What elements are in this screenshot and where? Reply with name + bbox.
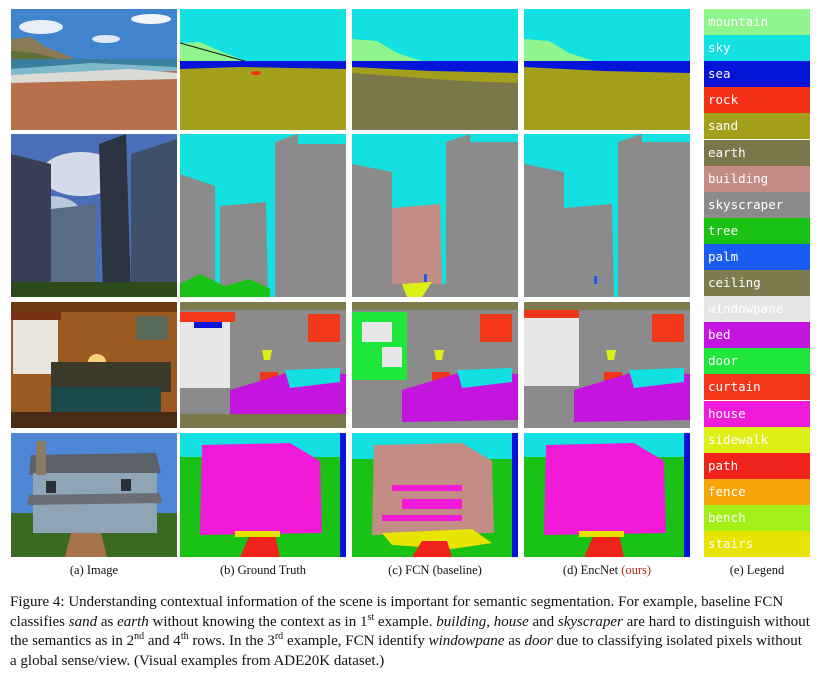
legend-item-fence: fence	[704, 478, 810, 505]
ground-truth-beach	[180, 9, 346, 130]
legend-item-path: path	[704, 452, 810, 479]
encnet-skyscrapers	[524, 134, 690, 297]
legend-item-bench: bench	[704, 504, 810, 531]
subcaption-ground-truth: (b) Ground Truth	[219, 563, 307, 577]
subcaption-ours: (ours)	[621, 563, 652, 577]
legend-item-windowpane: windowpane	[704, 296, 810, 323]
legend-item-palm: palm	[704, 243, 810, 270]
legend-item-tree: tree	[704, 217, 810, 244]
caption-text: rows. In the 3	[188, 633, 275, 649]
legend-item-building: building	[704, 165, 810, 192]
legend-item-sidewalk: sidewalk	[704, 426, 810, 453]
legend-item-earth: earth	[704, 139, 810, 166]
legend-item-sky: sky	[704, 35, 810, 62]
encnet-bedroom	[524, 302, 690, 428]
figure-caption: Figure 4: Understanding contextual infor…	[10, 593, 810, 671]
photo-house	[11, 433, 177, 557]
caption-superscript: th	[180, 631, 189, 642]
ground-truth-house	[180, 433, 346, 557]
caption-text: as	[97, 613, 118, 630]
caption-superscript: rd	[274, 631, 284, 642]
encnet-house	[524, 433, 690, 557]
legend-item-mountain: mountain	[704, 9, 810, 35]
caption-text: example, FCN identify	[283, 633, 429, 649]
caption-term: sand	[68, 613, 98, 630]
caption-text: ,	[486, 613, 494, 630]
caption-superscript: nd	[134, 631, 145, 642]
ground-truth-skyscrapers	[180, 134, 346, 297]
legend-item-house: house	[704, 400, 810, 427]
subcaption-legend: (e) Legend	[729, 563, 785, 577]
fcn-skyscrapers	[352, 134, 518, 297]
caption-text: example.	[374, 613, 437, 630]
legend-item-sand: sand	[704, 113, 810, 140]
fcn-bedroom	[352, 302, 518, 428]
caption-text: as	[504, 633, 525, 649]
legend-item-curtain: curtain	[704, 374, 810, 401]
caption-text: and 4	[144, 633, 181, 649]
caption-term: earth	[117, 613, 149, 630]
legend-item-ceiling: ceiling	[704, 270, 810, 296]
caption-term: house	[493, 613, 529, 630]
legend-item-rock: rock	[704, 87, 810, 114]
subcaption-fcn: (c) FCN (baseline)	[388, 563, 482, 577]
photo-skyscrapers	[11, 134, 177, 297]
subcaption-encnet: (d) EncNet (ours)	[524, 562, 690, 578]
encnet-beach	[524, 9, 690, 130]
legend-item-bed: bed	[704, 322, 810, 349]
photo-beach	[11, 9, 177, 130]
legend-item-skyscraper: skyscraper	[704, 191, 810, 218]
caption-text: and	[528, 613, 558, 630]
ground-truth-bedroom	[180, 302, 346, 428]
caption-text: without knowing the context as in 1	[148, 613, 368, 630]
fcn-house	[352, 433, 518, 557]
caption-term: building	[436, 613, 487, 630]
caption-term: skyscraper	[557, 613, 623, 630]
photo-bedroom	[11, 302, 177, 428]
legend-item-door: door	[704, 348, 810, 375]
subcaption-image: (a) Image	[69, 563, 119, 577]
legend-item-stairs: stairs	[704, 531, 810, 557]
caption-term: windowpane	[428, 633, 505, 649]
subcaption-encnet-label: (d) EncNet	[562, 563, 619, 577]
legend-item-sea: sea	[704, 61, 810, 88]
legend: mountain sky sea rock sand earth building skysc…	[704, 9, 810, 557]
fcn-beach	[352, 9, 518, 130]
caption-term: door	[524, 633, 553, 649]
